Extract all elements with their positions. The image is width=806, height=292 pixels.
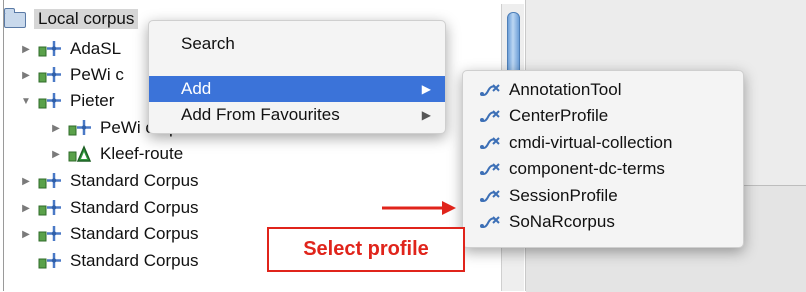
profile-icon [479, 107, 501, 125]
submenu-item[interactable]: cmdi-virtual-collection [479, 130, 672, 156]
tree-item-label: Standard Corpus [70, 171, 199, 190]
submenu-item[interactable]: CenterProfile [479, 103, 608, 129]
corpus-node-icon [38, 224, 64, 244]
annotation-callout: Select profile [267, 227, 465, 272]
tree-item[interactable]: ▶ AdaSL [20, 36, 121, 62]
corpus-node-icon [38, 198, 64, 218]
submenu-item[interactable]: AnnotationTool [479, 77, 621, 103]
disclosure-closed-icon[interactable]: ▶ [20, 203, 32, 214]
tree-item[interactable]: Standard Corpus [20, 248, 199, 274]
disclosure-closed-icon[interactable]: ▶ [20, 70, 32, 81]
tree-item-label: Standard Corpus [70, 251, 199, 270]
submenu-item[interactable]: SessionProfile [479, 183, 618, 209]
menu-item-search-label: Search [181, 34, 235, 53]
tree-item-label: Standard Corpus [70, 224, 199, 243]
disclosure-closed-icon[interactable]: ▶ [20, 44, 32, 55]
tree-root-label: Local corpus [34, 9, 139, 29]
corpus-node-icon [38, 171, 64, 191]
context-menu: Search Add ▶ Add From Favourites ▶ [148, 20, 446, 134]
folder-open-icon [2, 8, 28, 29]
menu-item-add[interactable]: Add ▶ [149, 76, 445, 102]
tree-item[interactable]: ▼ Pieter [20, 88, 114, 114]
tree-item-label: Standard Corpus [70, 198, 199, 217]
tree-item-label: Pieter [70, 91, 115, 110]
corpus-node-icon [38, 39, 64, 59]
corpus-node-icon [38, 91, 64, 111]
menu-item-add-from-favourites[interactable]: Add From Favourites ▶ [149, 102, 445, 128]
disclosure-closed-icon[interactable]: ▶ [20, 176, 32, 187]
annotation-arrow-icon [382, 201, 456, 215]
tree-item-label: PeWi c [70, 65, 124, 84]
route-node-icon [68, 144, 94, 164]
disclosure-closed-icon[interactable]: ▶ [50, 123, 62, 134]
corpus-node-icon [38, 65, 64, 85]
submenu-item-label: component-dc-terms [509, 159, 665, 178]
add-submenu: AnnotationTool CenterProfile cmdi-virtual-… [462, 70, 744, 248]
menu-item-add-label: Add [181, 79, 212, 98]
tree-item[interactable]: ▶ Standard Corpus [20, 221, 199, 247]
profile-icon [479, 187, 501, 205]
submenu-item-label: SessionProfile [509, 186, 618, 205]
submenu-item[interactable]: component-dc-terms [479, 156, 665, 182]
submenu-arrow-icon: ▶ [421, 108, 431, 122]
profile-icon [479, 81, 501, 99]
disclosure-open-icon[interactable]: ▼ [20, 96, 32, 107]
submenu-item-label: CenterProfile [509, 106, 609, 125]
menu-item-search[interactable]: Search [149, 31, 445, 57]
annotation-label: Select profile [303, 238, 429, 260]
corpus-node-icon [38, 251, 64, 271]
tree-item-label: AdaSL [70, 39, 122, 58]
corpus-node-icon [68, 118, 94, 138]
profile-icon [479, 213, 501, 231]
tree-item[interactable]: ▶ Kleef-route [50, 141, 183, 167]
menu-item-add-from-favourites-label: Add From Favourites [181, 105, 340, 124]
submenu-arrow-icon: ▶ [421, 82, 431, 96]
tree-root[interactable]: Local corpus [0, 6, 139, 32]
disclosure-closed-icon[interactable]: ▶ [20, 229, 32, 240]
profile-icon [479, 160, 501, 178]
disclosure-closed-icon[interactable]: ▶ [50, 149, 62, 160]
tree-item[interactable]: ▶ Standard Corpus [20, 195, 199, 221]
submenu-item-label: cmdi-virtual-collection [509, 133, 673, 152]
submenu-item-label: SoNaRcorpus [509, 212, 615, 231]
profile-icon [479, 134, 501, 152]
tree-item-label: Kleef-route [100, 144, 184, 163]
submenu-item-label: AnnotationTool [509, 80, 622, 99]
submenu-item[interactable]: SoNaRcorpus [479, 209, 615, 235]
tree-item[interactable]: ▶ Standard Corpus [20, 168, 199, 194]
tree-item[interactable]: ▶ PeWi c [20, 62, 124, 88]
